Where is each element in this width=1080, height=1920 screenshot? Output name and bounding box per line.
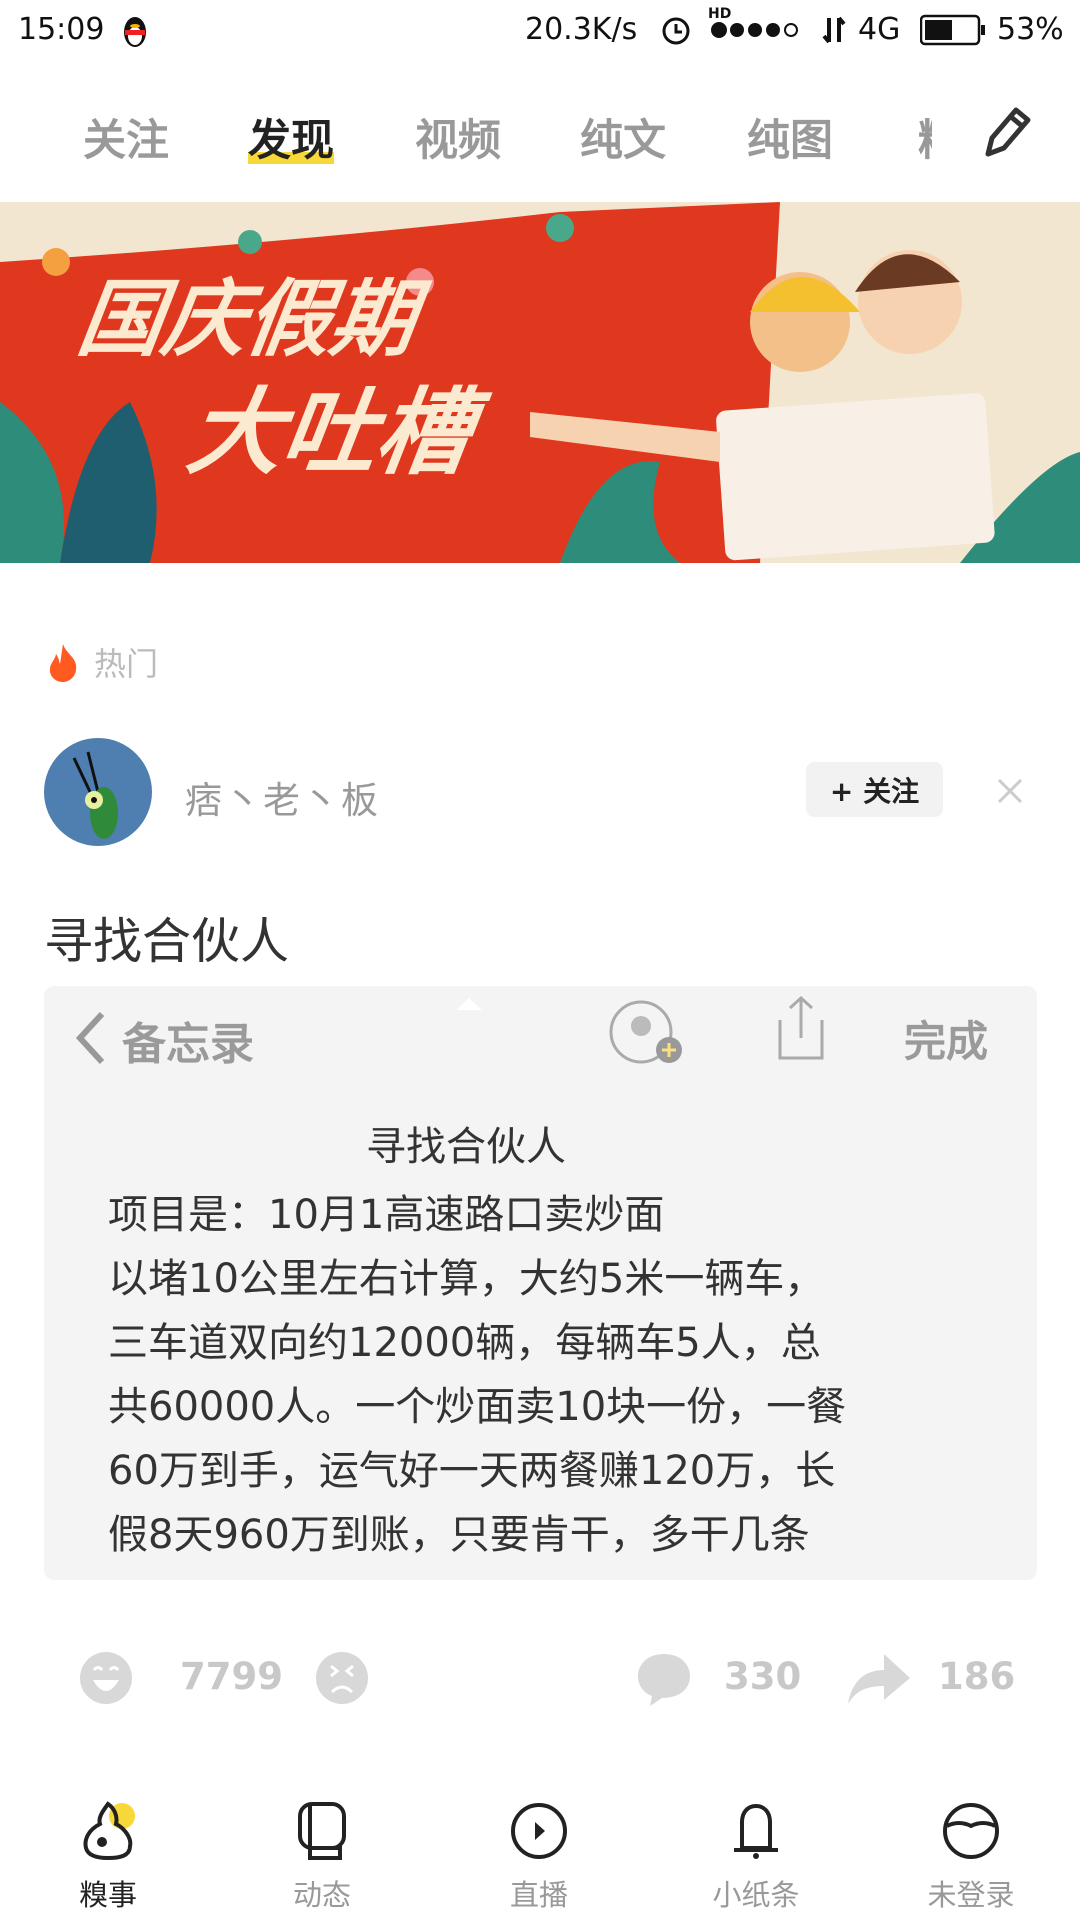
tab-follow[interactable]: 关注: [83, 106, 169, 168]
qq-penguin-icon: [124, 17, 146, 47]
status-time: 15:09: [18, 12, 105, 47]
memo-line: 共60000人。一个炒面卖10块一份，一餐: [108, 1384, 847, 1430]
memo-line: 假8天960万到账，只要肯干，多干几条: [108, 1512, 810, 1558]
comment-count: 330: [724, 1655, 802, 1698]
nav-profile[interactable]: 未登录: [901, 1800, 1041, 1914]
nav-live[interactable]: 直播: [469, 1800, 609, 1914]
network-type: 4G: [858, 12, 901, 47]
tab-video[interactable]: 视频: [415, 106, 501, 168]
promo-banner[interactable]: 国庆假期 大吐槽: [0, 202, 1080, 563]
nav-feed[interactable]: 动态: [252, 1800, 392, 1914]
share-count: 186: [938, 1655, 1016, 1698]
memo-back-label: 备忘录: [122, 1019, 254, 1070]
banner-title-line2: 大吐槽: [181, 379, 479, 488]
memo-done-label: 完成: [904, 1017, 989, 1066]
scroll-up-indicator: [456, 998, 482, 1010]
author-avatar[interactable]: [44, 738, 152, 846]
battery-percent: 53%: [997, 12, 1064, 47]
tab-more[interactable]: 精: [918, 106, 932, 168]
nav-label: 小纸条: [712, 1878, 800, 1912]
bell-icon: [734, 1804, 778, 1859]
memo-line: 60万到手，运气好一天两餐赚120万，长: [108, 1448, 836, 1494]
post-image[interactable]: 备忘录 完成 寻找合伙人 项目是：10月1高速路口卖炒面 以堵10公里左右计算，…: [44, 986, 1037, 1580]
post-title[interactable]: 寻找合伙人: [44, 902, 289, 973]
banner-title-line1: 国庆假期: [72, 270, 422, 368]
data-arrows-icon: [822, 16, 846, 44]
like-count: 7799: [180, 1655, 283, 1698]
tab-discover[interactable]: 发现: [248, 106, 334, 168]
memo-line: 以堵10公里左右计算，大约5米一辆车，: [108, 1256, 825, 1302]
hot-label: 热门: [94, 645, 159, 683]
edit-pen-icon[interactable]: [980, 104, 1032, 160]
category-tabs: 关注 发现 视频 纯文 纯图 精: [0, 62, 1080, 202]
battery-icon: [920, 14, 985, 46]
nav-label: 直播: [509, 1878, 568, 1912]
memo-line: 三车道双向约12000辆，每辆车5人，总: [108, 1320, 821, 1366]
user-face-icon: [943, 1803, 999, 1859]
tab-text[interactable]: 纯文: [580, 106, 666, 168]
flame-icon: [49, 644, 77, 682]
memo-line: 项目是：10月1高速路口卖炒面: [108, 1192, 665, 1238]
hot-section-label: 热门: [46, 640, 158, 684]
nav-qiushi[interactable]: 糗事: [38, 1800, 178, 1914]
add-person-icon: [609, 1000, 682, 1064]
share-icon: [778, 995, 824, 1060]
avatar-character-icon: [72, 751, 118, 839]
close-icon[interactable]: [995, 776, 1025, 806]
nav-label: 糗事: [78, 1878, 137, 1912]
play-circle-icon: [511, 1803, 567, 1859]
scroll-icon: [298, 1802, 346, 1860]
memo-heading: 寻找合伙人: [366, 1124, 566, 1170]
nav-label: 动态: [292, 1878, 351, 1912]
share-arrow-icon[interactable]: [846, 1650, 912, 1706]
alarm-icon: [662, 17, 690, 45]
comment-icon[interactable]: [636, 1652, 692, 1708]
nav-messages[interactable]: 小纸条: [686, 1800, 826, 1914]
net-speed: 20.3K/s: [525, 12, 638, 47]
tab-image[interactable]: 纯图: [747, 106, 833, 168]
dislike-icon[interactable]: [315, 1650, 369, 1706]
laugh-icon[interactable]: [79, 1650, 133, 1706]
follow-button[interactable]: + 关注: [806, 762, 943, 817]
poop-icon: [83, 1801, 135, 1861]
author-name[interactable]: 痞丶老丶板: [185, 770, 380, 824]
signal-dots-icon: [711, 22, 798, 38]
status-bar: 15:09 20.3K/s HD 4G 53%: [0, 0, 1080, 62]
back-chevron-icon: [75, 1011, 105, 1065]
nav-label: 未登录: [927, 1878, 1015, 1912]
